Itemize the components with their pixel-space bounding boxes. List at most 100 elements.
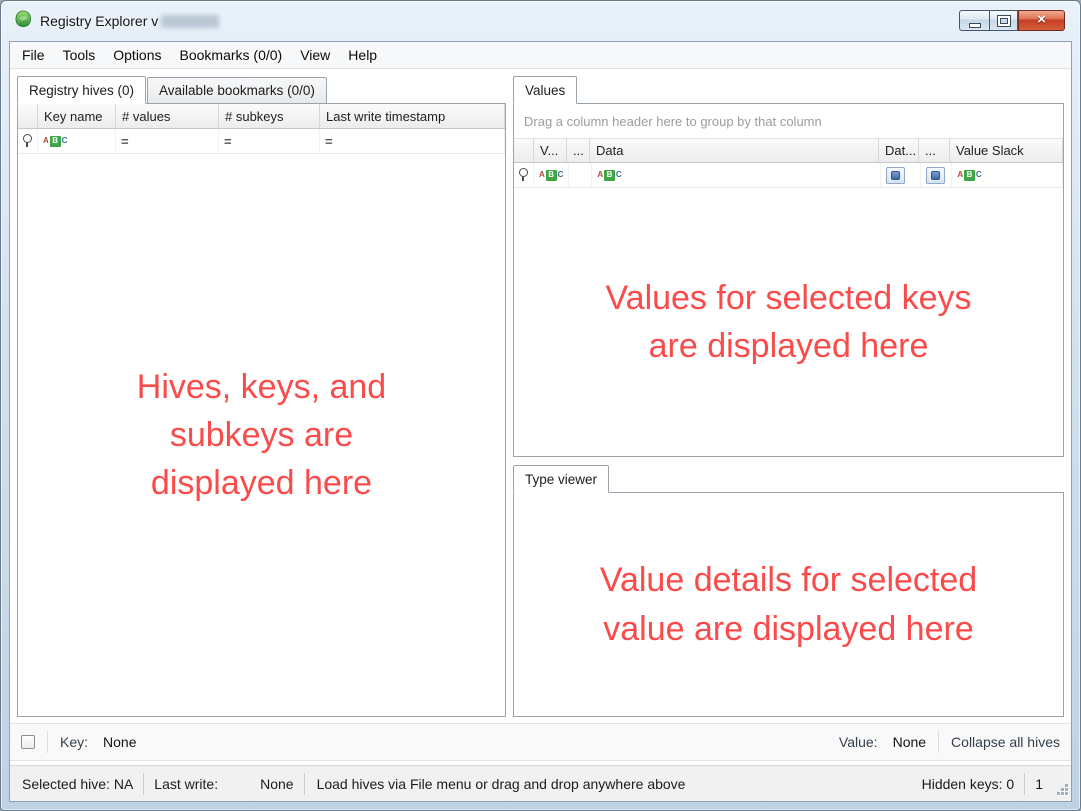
filter-pin-icon (23, 134, 32, 147)
values-section: Values Drag a column header here to grou… (513, 76, 1064, 457)
blue-editor-icon (891, 170, 901, 180)
status-bar: Selected hive: NA Last write: None Load … (10, 765, 1071, 801)
filter-cell-num-values[interactable]: = (116, 129, 219, 153)
filter-cell-data[interactable]: A B C (592, 163, 882, 187)
maximize-icon (996, 14, 1011, 27)
main-area: Registry hives (0) Available bookmarks (… (10, 69, 1071, 723)
tab-values[interactable]: Values (513, 76, 578, 104)
filter-cell-slack-raw[interactable] (921, 163, 953, 187)
column-header-num-values[interactable]: # values (116, 104, 219, 128)
filter-indicator-cell (18, 129, 38, 153)
status-hidden-keys: Hidden keys: 0 (921, 775, 1015, 792)
filter-cell-key-name[interactable]: A B C (38, 129, 116, 153)
hives-grid-header: Key name # values # subkeys Last write t… (18, 104, 505, 129)
window-minimize-button[interactable] (959, 10, 989, 31)
abc-letter-b: B (604, 169, 615, 181)
abc-filter-icon[interactable]: A B C (539, 169, 564, 181)
abc-filter-icon[interactable]: A B C (597, 169, 622, 181)
indicator-column-header (514, 139, 534, 162)
right-pane: Values Drag a column header here to grou… (513, 76, 1064, 717)
equals-filter-icon[interactable]: = (224, 134, 232, 149)
type-viewer-section: Type viewer Value details for selected v… (513, 465, 1064, 717)
minimize-icon (968, 22, 981, 28)
abc-letter-c: C (975, 170, 982, 179)
abc-filter-icon[interactable]: A B C (957, 169, 982, 181)
abc-letter-c: C (61, 136, 68, 145)
filter-pin-icon (519, 168, 528, 181)
column-header-value-slack[interactable]: Value Slack (950, 139, 1063, 162)
abc-letter-b: B (49, 135, 61, 147)
filter-indicator-cell (514, 163, 534, 187)
abc-letter-a: A (597, 170, 604, 179)
left-tabs: Registry hives (0) Available bookmarks (… (17, 76, 506, 104)
values-grid-panel: Drag a column header here to group by th… (513, 103, 1064, 457)
hives-placeholder-text: Hives, keys, and subkeys are displayed h… (136, 367, 387, 503)
status-load-hint: Load hives via File menu or drag and dro… (316, 775, 686, 792)
key-value-bar: Key: None Value: None Collapse all hives (10, 723, 1071, 761)
abc-letter-a: A (957, 170, 964, 179)
column-header-value-type[interactable]: ... (567, 139, 590, 162)
values-grid-header: V... ... Data Dat... ... Value Slack (514, 138, 1063, 163)
abc-letter-b: B (545, 169, 557, 181)
column-header-data-raw[interactable]: Dat... (879, 139, 919, 162)
menu-view[interactable]: View (291, 42, 339, 68)
indicator-column-header (18, 104, 38, 128)
abc-letter-a: A (539, 170, 545, 179)
menu-file[interactable]: File (13, 42, 54, 68)
key-value: None (103, 734, 137, 750)
column-header-slack-raw[interactable]: ... (919, 139, 950, 162)
values-filter-row: A B C A B C A B C (514, 163, 1063, 188)
collapse-all-hives-button[interactable]: Collapse all hives (951, 734, 1060, 750)
window-body: File Tools Options Bookmarks (0/0) View … (9, 41, 1072, 802)
window-title: Registry Explorer v (40, 13, 159, 29)
values-placeholder-text: Values for selected keys are displayed h… (605, 278, 972, 365)
column-header-num-subkeys[interactable]: # subkeys (219, 104, 320, 128)
status-last-write-label: Last write: (154, 775, 219, 792)
window-controls: × (959, 10, 1065, 31)
equals-filter-icon[interactable]: = (325, 134, 333, 149)
filter-cell-num-subkeys[interactable]: = (219, 129, 320, 153)
menu-help[interactable]: Help (339, 42, 386, 68)
date-editor-button[interactable] (926, 166, 946, 184)
app-icon (14, 10, 32, 33)
filter-cell-data-raw[interactable] (881, 163, 922, 187)
tab-registry-hives[interactable]: Registry hives (0) (17, 76, 147, 104)
column-header-value-name[interactable]: V... (534, 139, 567, 162)
app-window: Registry Explorer v × File Tools Options… (0, 0, 1081, 811)
key-bar-checkbox[interactable] (21, 735, 35, 749)
abc-letter-a: A (43, 136, 49, 145)
divider (938, 731, 940, 753)
hives-filter-row: A B C = = = (18, 129, 505, 154)
window-maximize-button[interactable] (989, 10, 1018, 31)
filter-cell-value-name[interactable]: A B C (534, 163, 570, 187)
tab-available-bookmarks[interactable]: Available bookmarks (0/0) (147, 77, 327, 104)
column-header-data[interactable]: Data (590, 139, 879, 162)
date-editor-button[interactable] (886, 166, 906, 184)
filter-cell-value-type[interactable] (569, 163, 593, 187)
abc-letter-b: B (964, 169, 975, 181)
menu-options[interactable]: Options (104, 42, 170, 68)
column-header-key-name[interactable]: Key name (38, 104, 116, 128)
type-viewer-tabs: Type viewer (513, 465, 1064, 493)
abc-letter-c: C (615, 170, 622, 179)
window-close-button[interactable]: × (1018, 10, 1065, 31)
type-viewer-panel: Value details for selected value are dis… (513, 492, 1064, 717)
status-counter: 1 (1035, 775, 1043, 792)
divider (47, 731, 48, 753)
title-bar[interactable]: Registry Explorer v × (1, 1, 1080, 41)
filter-cell-value-slack[interactable]: A B C (952, 163, 1063, 187)
resize-grip[interactable] (1056, 783, 1069, 799)
column-header-last-write[interactable]: Last write timestamp (320, 104, 505, 128)
abc-letter-c: C (557, 170, 564, 179)
group-by-hint: Drag a column header here to group by th… (524, 113, 822, 129)
equals-filter-icon[interactable]: = (121, 134, 129, 149)
status-selected-hive: Selected hive: NA (22, 775, 134, 792)
menu-bookmarks[interactable]: Bookmarks (0/0) (171, 42, 292, 68)
hives-grid-panel: Key name # values # subkeys Last write t… (17, 103, 506, 717)
tab-type-viewer[interactable]: Type viewer (513, 465, 610, 493)
menu-tools[interactable]: Tools (54, 42, 105, 68)
filter-cell-last-write[interactable]: = (320, 129, 505, 153)
key-label: Key: (60, 734, 89, 750)
abc-filter-icon[interactable]: A B C (43, 135, 68, 147)
values-tabs: Values (513, 76, 1064, 104)
